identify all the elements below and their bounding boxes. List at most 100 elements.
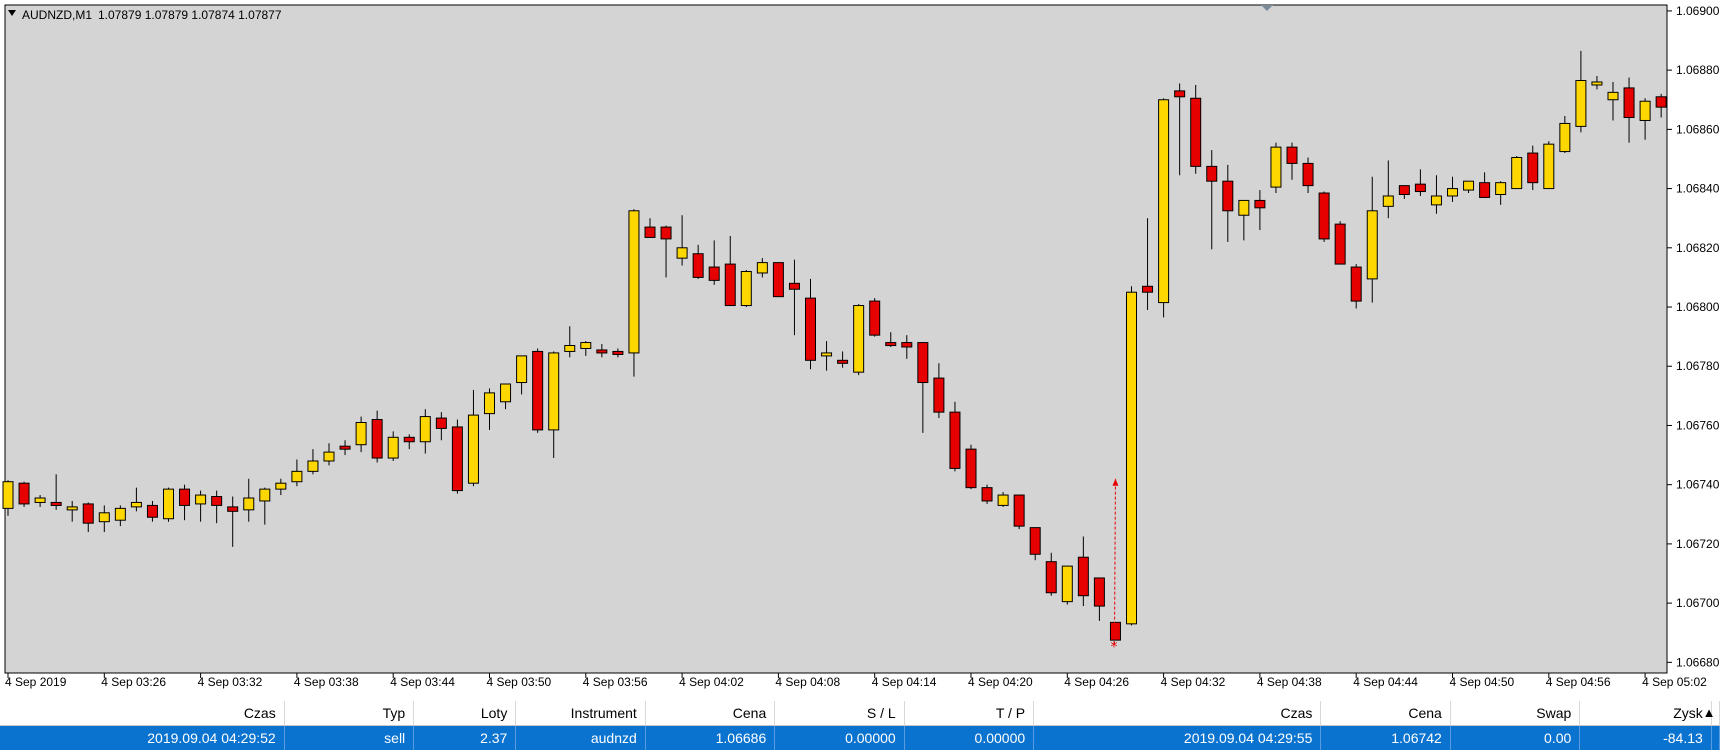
trade-history-table: Czas Typ Loty Instrument Cena S / L T / … bbox=[0, 701, 1720, 750]
cell-open-price: 1.06686 bbox=[645, 725, 776, 750]
col-header-open-price[interactable]: Cena bbox=[645, 701, 776, 726]
candle bbox=[869, 298, 881, 337]
col-header-close-time[interactable]: Czas bbox=[1033, 701, 1322, 726]
candle-body bbox=[371, 419, 383, 459]
candle-body bbox=[1334, 223, 1346, 265]
x-tick-label: 4 Sep 03:38 bbox=[294, 675, 359, 689]
candle-body bbox=[18, 482, 30, 505]
price-chart[interactable]: * 1.06900 1.06880 1.06860 1.06840 1.06820 1.0… bbox=[0, 0, 1720, 700]
candle bbox=[1013, 494, 1025, 530]
candle-body bbox=[869, 300, 881, 336]
col-header-instrument[interactable]: Instrument bbox=[515, 701, 646, 726]
candle bbox=[1543, 141, 1555, 190]
candle-body bbox=[532, 350, 544, 431]
y-tick-label: 1.06740 bbox=[1676, 478, 1720, 492]
col-header-swap[interactable]: Swap bbox=[1450, 701, 1581, 726]
candle-body bbox=[98, 512, 110, 523]
x-tick-label: 4 Sep 04:32 bbox=[1161, 675, 1226, 689]
x-tick-label: 4 Sep 05:02 bbox=[1642, 675, 1707, 689]
candle-body bbox=[243, 497, 255, 511]
x-tick-label: 4 Sep 03:32 bbox=[198, 675, 263, 689]
y-tick-label: 1.06780 bbox=[1676, 359, 1720, 373]
candle-body bbox=[596, 349, 608, 354]
cell-swap: 0.00 bbox=[1450, 725, 1581, 750]
candle-body bbox=[34, 497, 46, 503]
x-tick-label: 4 Sep 03:44 bbox=[390, 675, 455, 689]
candle-body bbox=[724, 263, 736, 307]
candle-body bbox=[1591, 81, 1603, 86]
candle-body bbox=[435, 417, 447, 429]
col-header-close-price[interactable]: Cena bbox=[1320, 701, 1451, 726]
table-header: Czas Typ Loty Instrument Cena S / L T / … bbox=[0, 701, 1720, 726]
candle-body bbox=[1318, 192, 1330, 240]
candle-body bbox=[708, 266, 720, 281]
candle-body bbox=[467, 414, 479, 484]
candle-body bbox=[1639, 100, 1651, 121]
candle-body bbox=[195, 494, 207, 505]
candle-body bbox=[1013, 494, 1025, 527]
x-tick-label: 4 Sep 04:26 bbox=[1064, 675, 1129, 689]
candle bbox=[1318, 191, 1330, 242]
candle-body bbox=[50, 501, 62, 506]
candle bbox=[1061, 565, 1073, 605]
candle-body bbox=[1158, 99, 1170, 304]
y-tick-label: 1.06840 bbox=[1676, 182, 1720, 196]
candle-body bbox=[933, 377, 945, 413]
cell-tp: 0.00000 bbox=[904, 725, 1035, 750]
candle-body bbox=[66, 506, 78, 511]
caret-up-icon[interactable]: ▲ bbox=[1702, 704, 1716, 722]
candle bbox=[1126, 286, 1137, 626]
y-tick-label: 1.06820 bbox=[1676, 241, 1720, 255]
candle-body bbox=[484, 392, 495, 415]
col-header-tp[interactable]: T / P bbox=[904, 701, 1035, 726]
candle-body bbox=[949, 411, 961, 469]
x-tick-label: 4 Sep 04:50 bbox=[1450, 675, 1515, 689]
candle bbox=[1511, 156, 1523, 190]
candle bbox=[981, 484, 993, 504]
cell-profit: -84.13 bbox=[1579, 725, 1712, 750]
candle-body bbox=[1029, 527, 1041, 555]
y-tick-label: 1.06880 bbox=[1676, 63, 1720, 77]
candle-body bbox=[1414, 183, 1426, 193]
candle-body bbox=[516, 355, 528, 384]
x-tick-label: 4 Sep 04:20 bbox=[968, 675, 1033, 689]
x-tick-label: 4 Sep 04:38 bbox=[1257, 675, 1322, 689]
candle-body bbox=[1655, 96, 1667, 108]
candle-body bbox=[1623, 87, 1635, 119]
candle-body bbox=[1527, 152, 1539, 184]
candle-body bbox=[1109, 621, 1121, 641]
candle-body bbox=[1045, 561, 1057, 594]
candle-body bbox=[291, 470, 303, 483]
x-tick-label: 4 Sep 03:50 bbox=[487, 675, 552, 689]
candle-body bbox=[130, 501, 142, 508]
candle-body bbox=[1222, 180, 1234, 212]
table-row[interactable]: 2019.09.04 04:29:52 sell 2.37 audnzd 1.0… bbox=[0, 725, 1720, 750]
candle-body bbox=[788, 282, 800, 290]
candle-body bbox=[1398, 185, 1410, 196]
chart-symbol: AUDNZD,M1 bbox=[22, 8, 92, 22]
col-header-type[interactable]: Typ bbox=[284, 701, 415, 726]
col-header-sl[interactable]: S / L bbox=[774, 701, 905, 726]
cell-instrument: audnzd bbox=[515, 725, 646, 750]
col-header-open-time[interactable]: Czas bbox=[0, 701, 285, 726]
candle-body bbox=[1559, 122, 1571, 153]
col-header-profit[interactable]: Zysk bbox=[1579, 701, 1712, 726]
candle-body bbox=[355, 422, 367, 446]
candle-body bbox=[1495, 182, 1507, 196]
candle-body bbox=[1302, 162, 1314, 187]
candle-body bbox=[548, 352, 560, 431]
candle bbox=[451, 419, 463, 494]
candle bbox=[1270, 142, 1282, 194]
y-tick-label: 1.06760 bbox=[1676, 418, 1720, 432]
cell-close-price: 1.06742 bbox=[1320, 725, 1451, 750]
candle-body bbox=[1238, 199, 1250, 216]
candle-body bbox=[1190, 97, 1202, 167]
candle-body bbox=[1126, 291, 1137, 625]
candle bbox=[949, 401, 961, 472]
candle-body bbox=[114, 507, 126, 521]
chart-ohlc: 1.07879 1.07879 1.07874 1.07877 bbox=[98, 8, 282, 22]
y-tick-label: 1.06800 bbox=[1676, 300, 1720, 314]
col-header-lots[interactable]: Loty bbox=[413, 701, 517, 726]
y-tick-label: 1.06680 bbox=[1676, 655, 1720, 669]
candle-body bbox=[1270, 146, 1282, 188]
